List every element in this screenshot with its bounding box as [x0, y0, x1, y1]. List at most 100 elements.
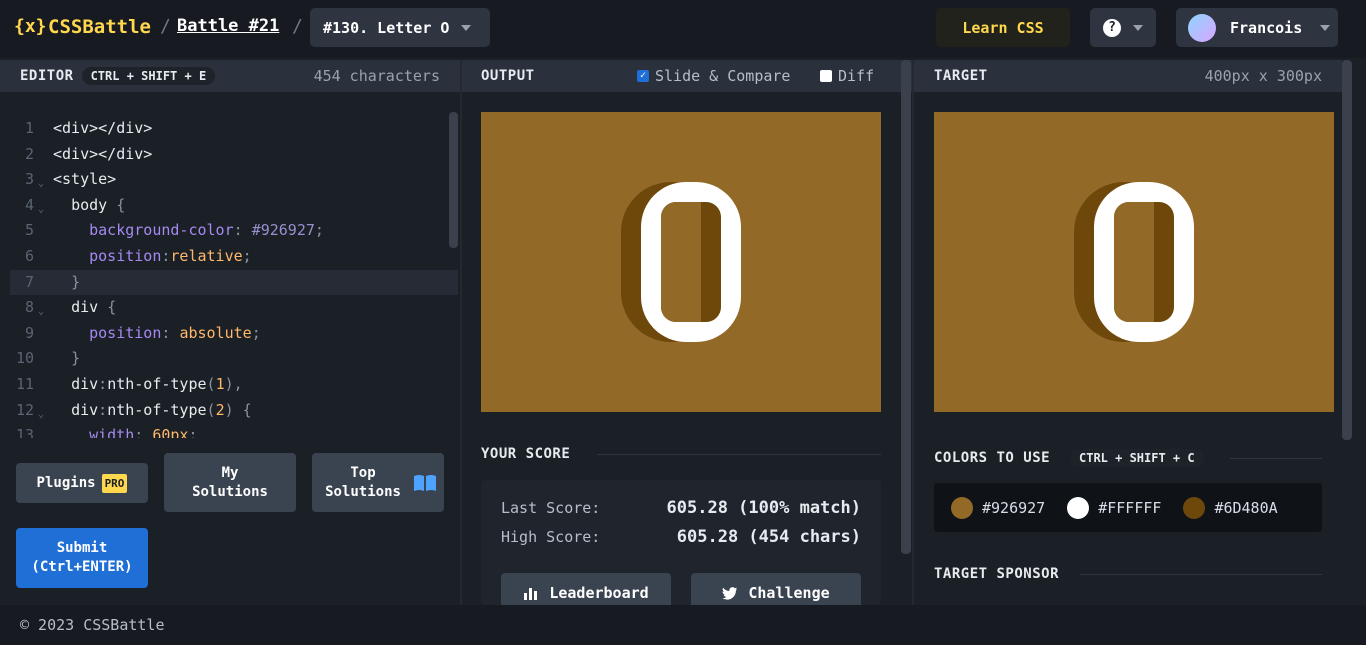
- target-title: TARGET: [934, 68, 988, 84]
- letter-o-hole: [661, 202, 721, 322]
- book-icon: [414, 475, 436, 491]
- swatch-circle: [951, 496, 973, 519]
- submit-button[interactable]: Submit (Ctrl+ENTER): [16, 528, 148, 588]
- diff-toggle[interactable]: Diff: [820, 67, 874, 85]
- color-hex: #6D480A: [1214, 498, 1278, 517]
- chevron-down-icon: [1320, 24, 1331, 31]
- slide-compare-toggle[interactable]: ✓ Slide & Compare: [637, 67, 790, 85]
- user-menu-button[interactable]: Francois: [1176, 8, 1338, 47]
- colors-title: COLORS TO USE: [934, 450, 1051, 466]
- challenge-label: Challenge: [748, 584, 830, 602]
- target-scrollbar[interactable]: [1342, 60, 1352, 440]
- leaderboard-label: Leaderboard: [549, 584, 649, 602]
- target-select-label: #130. Letter O: [323, 18, 450, 37]
- learn-css-button[interactable]: Learn CSS: [936, 8, 1070, 47]
- panel-divider: [460, 60, 462, 605]
- slide-compare-label: Slide & Compare: [655, 67, 791, 85]
- bar-chart-icon: [524, 588, 538, 600]
- line-number: 7: [24, 272, 34, 291]
- code-text: position: absolute;: [89, 323, 261, 342]
- twitter-icon: [722, 586, 738, 600]
- code-text: background-color: #926927;: [89, 221, 324, 240]
- code-text: <div></div>: [53, 119, 153, 137]
- code-line[interactable]: 9 position: absolute;: [10, 321, 458, 347]
- code-line[interactable]: 11 div:nth-of-type(1),: [10, 372, 458, 398]
- code-text: div:nth-of-type(2) {: [71, 400, 252, 419]
- code-text: width: 60px;: [89, 426, 198, 438]
- line-number: 11: [15, 375, 34, 393]
- target-canvas: [934, 112, 1334, 412]
- colors-shortcut-badge: CTRL + SHIFT + C: [1070, 449, 1204, 467]
- last-score-value: 605.28 (100% match): [666, 498, 861, 518]
- code-line[interactable]: 2 <div></div>: [10, 142, 458, 168]
- avatar: [1188, 13, 1216, 42]
- code-line[interactable]: 4 ⌄ body {: [10, 193, 458, 219]
- cssbattle-logo[interactable]: {x} CSSBattle: [14, 15, 151, 39]
- last-score-label: Last Score:: [501, 499, 601, 517]
- editor-scrollbar[interactable]: [449, 112, 458, 248]
- line-number: 3: [24, 170, 34, 189]
- breadcrumb-separator: /: [292, 16, 303, 37]
- code-line[interactable]: 8 ⌄ div {: [10, 295, 458, 321]
- footer: © 2023 CSSBattle: [0, 605, 1366, 645]
- color-swatch[interactable]: #FFFFFF: [1067, 496, 1161, 519]
- color-swatch[interactable]: #926927: [951, 496, 1046, 519]
- my-solutions-button[interactable]: My Solutions: [164, 453, 296, 512]
- plugins-button[interactable]: Plugins PRO: [16, 463, 148, 503]
- top-solutions-label: Top Solutions: [325, 464, 401, 500]
- code-line[interactable]: 10 }: [10, 346, 458, 372]
- line-number: 2: [24, 144, 34, 163]
- line-number: 1: [24, 119, 34, 137]
- top-header: {x} CSSBattle / Battle #21 / #130. Lette…: [0, 0, 1366, 58]
- pro-badge: PRO: [101, 473, 128, 493]
- code-line[interactable]: 6 position:relative;: [10, 244, 458, 270]
- chevron-down-icon: [461, 24, 472, 31]
- code-line[interactable]: 12 ⌄ div:nth-of-type(2) {: [10, 398, 458, 424]
- target-select-dropdown[interactable]: #130. Letter O: [310, 8, 490, 47]
- line-number: 4: [24, 195, 34, 214]
- line-number: 13: [15, 426, 34, 438]
- code-line[interactable]: 3 ⌄ <style>: [10, 167, 458, 193]
- high-score-value: 605.28 (454 chars): [676, 527, 861, 547]
- plugins-label: Plugins: [36, 474, 96, 491]
- output-scrollbar[interactable]: [901, 60, 911, 554]
- code-line[interactable]: 1 <div></div>: [10, 116, 458, 142]
- target-sponsor-title: TARGET SPONSOR: [934, 566, 1060, 582]
- editor-shortcut-badge: CTRL + SHIFT + E: [81, 67, 216, 85]
- copyright-text: © 2023 CSSBattle: [20, 616, 165, 634]
- letter-o-hole: [1114, 202, 1174, 322]
- line-number: 8: [24, 298, 34, 317]
- help-menu-button[interactable]: ?: [1090, 8, 1156, 47]
- color-swatch[interactable]: #6D480A: [1183, 496, 1278, 519]
- chevron-down-icon: [1133, 24, 1143, 31]
- code-line[interactable]: 13 width: 60px;: [10, 423, 458, 438]
- letter-o: [1094, 182, 1194, 342]
- swatch-circle: [1183, 496, 1206, 519]
- letter-o-hole-inner: [661, 202, 701, 322]
- code-text: div {: [71, 298, 117, 317]
- line-number: 12: [15, 400, 34, 419]
- code-line[interactable]: 7 }: [10, 269, 458, 296]
- color-hex: #926927: [982, 498, 1046, 517]
- checkbox-checked-icon[interactable]: ✓: [637, 70, 649, 82]
- code-text: position:relative;: [89, 247, 252, 265]
- top-solutions-button[interactable]: Top Solutions: [312, 453, 444, 512]
- checkbox-unchecked-icon[interactable]: [820, 70, 832, 82]
- code-text: body {: [71, 195, 126, 214]
- letter-o: [641, 182, 741, 342]
- divider-line: [1080, 574, 1322, 575]
- output-header: OUTPUT ✓ Slide & Compare Diff: [462, 60, 912, 92]
- output-canvas[interactable]: [481, 112, 881, 412]
- code-line[interactable]: 5 background-color: #926927;: [10, 218, 458, 244]
- divider-line: [1230, 458, 1322, 459]
- target-size: 400px x 300px: [1204, 67, 1322, 85]
- battle-link[interactable]: Battle #21: [177, 16, 279, 36]
- target-header: TARGET 400px x 300px: [914, 60, 1342, 92]
- code-text: }: [71, 272, 81, 291]
- letter-o-hole-inner: [1114, 202, 1154, 322]
- logo-icon: {x}: [14, 16, 47, 37]
- high-score-label: High Score:: [501, 528, 601, 546]
- breadcrumb-separator: /: [160, 16, 171, 37]
- code-editor[interactable]: 1 <div></div> 2 <div></div> 3 ⌄ <style> 4 ⌄ body…: [0, 92, 460, 438]
- diff-label: Diff: [838, 67, 875, 85]
